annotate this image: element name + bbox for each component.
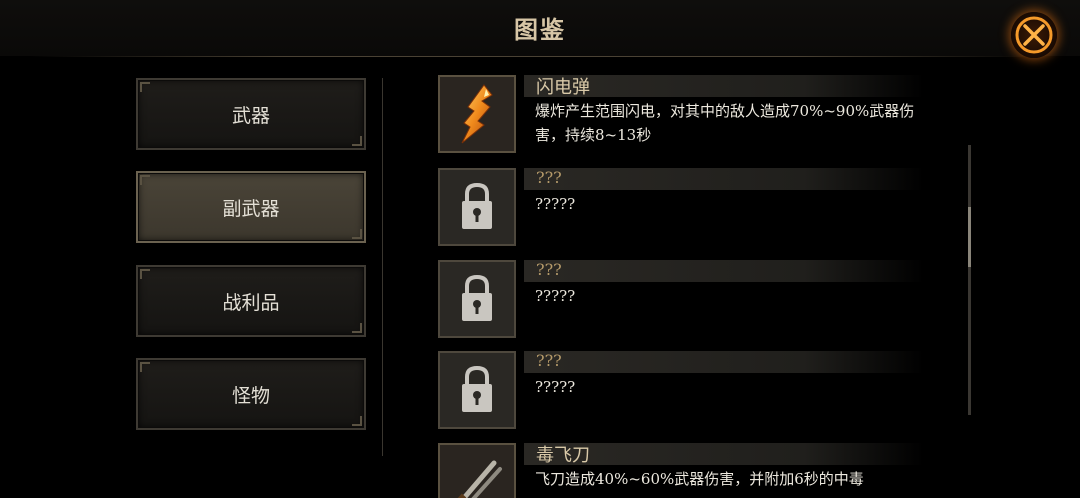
entry-description: 爆炸产生范围闪电，对其中的敌人造成70%~90%武器伤害，持续8~13秒: [535, 102, 915, 144]
list-item[interactable]: ??? ?????: [438, 260, 938, 340]
list-scrollbar[interactable]: [968, 145, 971, 415]
close-button[interactable]: [1011, 12, 1057, 58]
entry-title: ???: [536, 260, 562, 279]
header-divider: [30, 56, 1050, 57]
entry-description: ?????: [535, 195, 576, 213]
list-item[interactable]: ??? ?????: [438, 168, 938, 248]
tab-monsters[interactable]: 怪物: [136, 358, 366, 430]
lightning-bomb-icon: [438, 75, 516, 153]
list-item[interactable]: ??? ?????: [438, 351, 938, 431]
page-title: 图鉴: [514, 15, 566, 44]
tab-weapons[interactable]: 武器: [136, 78, 366, 150]
scrollbar-thumb[interactable]: [968, 207, 971, 267]
header-bar: 图鉴: [0, 0, 1080, 56]
entry-description: 飞刀造成40%~60%武器伤害，并附加6秒的中毒: [535, 470, 864, 488]
close-icon: [1015, 16, 1053, 54]
list-item[interactable]: 闪电弹 爆炸产生范围闪电，对其中的敌人造成70%~90%武器伤害，持续8~13秒: [438, 75, 938, 155]
entry-title-bar: [524, 260, 924, 282]
list-item[interactable]: 毒飞刀 飞刀造成40%~60%武器伤害，并附加6秒的中毒: [438, 443, 938, 498]
entry-description: ?????: [535, 287, 576, 305]
entry-title: 闪电弹: [536, 77, 590, 98]
tab-label: 武器: [231, 104, 270, 127]
lock-icon: [438, 351, 516, 429]
tab-label: 怪物: [231, 384, 270, 407]
entry-title: 毒飞刀: [536, 445, 590, 466]
entry-description: ?????: [535, 378, 576, 396]
lock-icon: [438, 260, 516, 338]
lock-icon: [438, 168, 516, 246]
panel-divider: [382, 78, 383, 456]
entry-title-bar: [524, 168, 924, 190]
poison-knife-icon: [438, 443, 516, 498]
entry-title: ???: [536, 351, 562, 370]
tab-label: 副武器: [222, 197, 280, 220]
tab-loot[interactable]: 战利品: [136, 265, 366, 337]
tab-label: 战利品: [222, 291, 280, 314]
tab-sub-weapons[interactable]: 副武器: [136, 171, 366, 243]
entry-title: ???: [536, 168, 562, 187]
entry-title-bar: [524, 351, 924, 373]
